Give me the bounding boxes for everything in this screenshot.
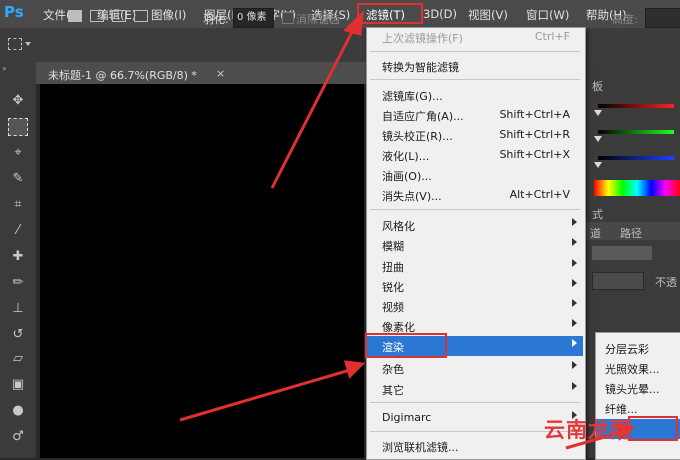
submenu-arrow-icon xyxy=(572,279,577,287)
menu-separator xyxy=(370,51,580,52)
submenu-item-lighting-effects[interactable]: 光照效果... xyxy=(596,358,680,378)
layer-filter-input[interactable] xyxy=(592,246,652,260)
green-slider[interactable] xyxy=(598,130,674,134)
close-icon[interactable]: × xyxy=(216,67,225,80)
menu-item-liquify[interactable]: 液化(L)... Shift+Ctrl+X xyxy=(367,145,583,165)
menu-window[interactable]: 窗口(W) xyxy=(526,7,569,23)
chevron-down-icon[interactable] xyxy=(25,42,31,46)
menu-item-adaptive-wide-angle[interactable]: 自适应广角(A)... Shift+Ctrl+A xyxy=(367,105,583,125)
submenu-arrow-icon xyxy=(572,382,577,390)
opacity-label: 不透 xyxy=(655,276,677,289)
feather-input[interactable]: 0 像素 xyxy=(233,8,274,28)
submenu-item-lens-flare[interactable]: 镜头光晕... xyxy=(596,378,680,398)
menu-item-convert-smart-filter[interactable]: 转换为智能滤镜 xyxy=(367,56,583,76)
menu-3d[interactable]: 3D(D) xyxy=(423,7,457,21)
color-spectrum[interactable] xyxy=(594,180,680,196)
menu-image[interactable]: 图像(I) xyxy=(151,7,186,23)
feather-label: 羽化: xyxy=(203,13,229,26)
green-slider-thumb[interactable] xyxy=(594,136,602,142)
photoshop-logo: Ps xyxy=(4,3,24,21)
add-to-selection-icon[interactable] xyxy=(90,10,104,22)
menu-separator xyxy=(370,209,580,210)
move-tool-icon[interactable]: ✥ xyxy=(8,92,28,110)
watermark-text: 云南龙网 xyxy=(544,417,632,442)
red-slider[interactable] xyxy=(598,104,674,108)
history-brush-tool-icon[interactable]: ↺ xyxy=(8,326,28,344)
filter-menu-annotation-box xyxy=(357,3,423,24)
new-selection-icon[interactable] xyxy=(68,10,82,22)
paths-tab[interactable]: 路径 xyxy=(620,225,642,241)
height-label: 高度: xyxy=(612,13,638,26)
menu-separator xyxy=(370,402,580,403)
menu-item-vanishing-point[interactable]: 消失点(V)... Alt+Ctrl+V xyxy=(367,185,583,205)
blend-mode-select[interactable] xyxy=(592,272,644,290)
document-title: 未标题-1 @ 66.7%(RGB/8) * xyxy=(48,69,197,82)
brush-tool-icon[interactable]: ✏ xyxy=(8,274,28,292)
menu-item-blur[interactable]: 模糊 xyxy=(367,235,583,255)
submenu-arrow-icon xyxy=(572,218,577,226)
blue-slider[interactable] xyxy=(598,156,674,160)
submenu-arrow-icon xyxy=(572,259,577,267)
styles-tab[interactable]: 式 xyxy=(592,206,603,222)
red-slider-thumb[interactable] xyxy=(594,110,602,116)
menu-item-sharpen[interactable]: 锐化 xyxy=(367,276,583,296)
collapse-icon[interactable]: » xyxy=(2,64,7,73)
submenu-arrow-icon xyxy=(572,299,577,307)
submenu-arrow-icon xyxy=(572,319,577,327)
submenu-arrow-icon xyxy=(572,339,577,347)
clone-stamp-tool-icon[interactable]: ⊥ xyxy=(8,300,28,318)
menu-item-oil-paint[interactable]: 油画(O)... xyxy=(367,165,583,185)
healing-brush-tool-icon[interactable]: ✚ xyxy=(8,248,28,266)
height-input[interactable] xyxy=(645,8,680,28)
eyedropper-tool-icon[interactable]: ⁄ xyxy=(8,222,28,240)
submenu-arrow-icon xyxy=(572,361,577,369)
menu-item-lens-correction[interactable]: 镜头校正(R)... Shift+Ctrl+R xyxy=(367,125,583,145)
blur-tool-icon[interactable]: ● xyxy=(8,402,28,420)
render-annotation-box xyxy=(365,333,447,358)
gradient-tool-icon[interactable]: ▣ xyxy=(8,376,28,394)
channels-tab[interactable]: 道 xyxy=(590,225,601,241)
menu-item-distort[interactable]: 扭曲 xyxy=(367,256,583,276)
menu-item-filter-gallery[interactable]: 滤镜库(G)... xyxy=(367,85,583,105)
submenu-item-difference-clouds[interactable]: 分层云彩 xyxy=(596,338,680,358)
menu-item-video[interactable]: 视频 xyxy=(367,296,583,316)
antialias-label: 消除锯齿 xyxy=(296,13,340,26)
menu-view[interactable]: 视图(V) xyxy=(468,7,508,23)
menu-item-other[interactable]: 其它 xyxy=(367,379,583,399)
crop-tool-icon[interactable]: ⌗ xyxy=(8,196,28,214)
blue-slider-thumb[interactable] xyxy=(594,162,602,168)
marquee-tool-icon[interactable] xyxy=(8,118,28,136)
menu-item-last-filter[interactable]: 上次滤镜操作(F) Ctrl+F xyxy=(367,27,583,47)
eraser-tool-icon[interactable]: ▱ xyxy=(8,350,28,368)
subtract-from-selection-icon[interactable] xyxy=(112,10,126,22)
clouds-annotation-box xyxy=(628,416,678,441)
canvas[interactable] xyxy=(40,84,364,458)
lasso-tool-icon[interactable]: ⌖ xyxy=(8,144,28,162)
antialias-checkbox[interactable] xyxy=(282,12,294,24)
menu-item-stylize[interactable]: 风格化 xyxy=(367,215,583,235)
menu-item-noise[interactable]: 杂色 xyxy=(367,358,583,378)
menu-separator xyxy=(370,79,580,80)
intersect-selection-icon[interactable] xyxy=(134,10,148,22)
submenu-arrow-icon xyxy=(572,238,577,246)
swatches-tab[interactable]: 板 xyxy=(592,78,603,94)
dodge-tool-icon[interactable]: ♂ xyxy=(8,428,28,446)
quick-select-tool-icon[interactable]: ✎ xyxy=(8,170,28,188)
marquee-tool-preset-icon[interactable] xyxy=(8,38,22,50)
